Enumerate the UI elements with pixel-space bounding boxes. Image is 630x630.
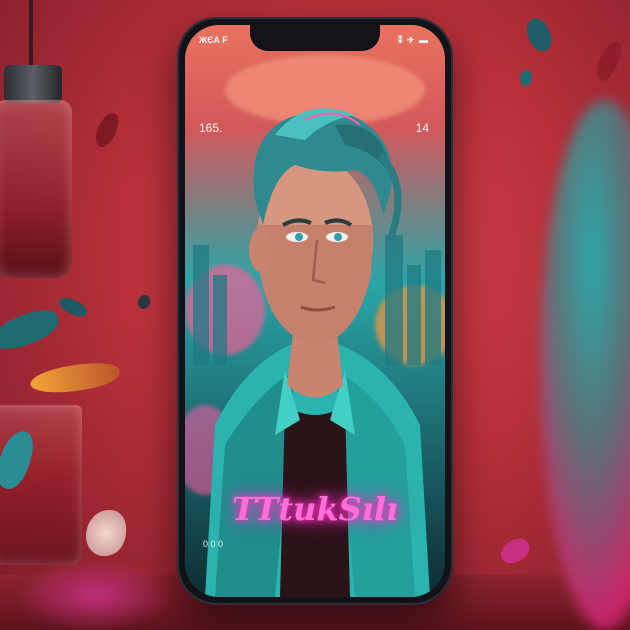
side-number: 14 [415,121,429,135]
hanging-jar [0,0,74,280]
petal [0,304,63,356]
petal [92,110,122,150]
phone-screen: ЖЄA F ⁑ ✈ ▬ 165. 14 TTtukSılı 0 0 0 [185,25,445,597]
smartphone: ЖЄA F ⁑ ✈ ▬ 165. 14 TTtukSılı 0 0 0 [177,17,453,605]
petal [520,14,558,56]
phone-notch [250,25,380,51]
neon-signature: TTtukSılı [231,490,399,528]
jar-string [29,0,33,67]
petal [497,535,533,567]
jar-lid [4,65,62,103]
petal [520,70,532,86]
petal [593,38,625,84]
bottom-indicator: 0 0 0 [203,539,224,549]
petal [28,360,122,396]
clock-text: 165. [199,121,223,135]
petal [138,295,150,309]
petal [56,293,90,321]
scene: ЖЄA F ⁑ ✈ ▬ 165. 14 TTtukSılı 0 0 0 [0,0,630,630]
status-bar-right: ⁑ ✈ ▬ [397,35,429,45]
status-bar-left: ЖЄA F [199,35,228,45]
jar-body [0,100,72,278]
petal [86,510,126,556]
blurred-foliage [540,100,630,630]
